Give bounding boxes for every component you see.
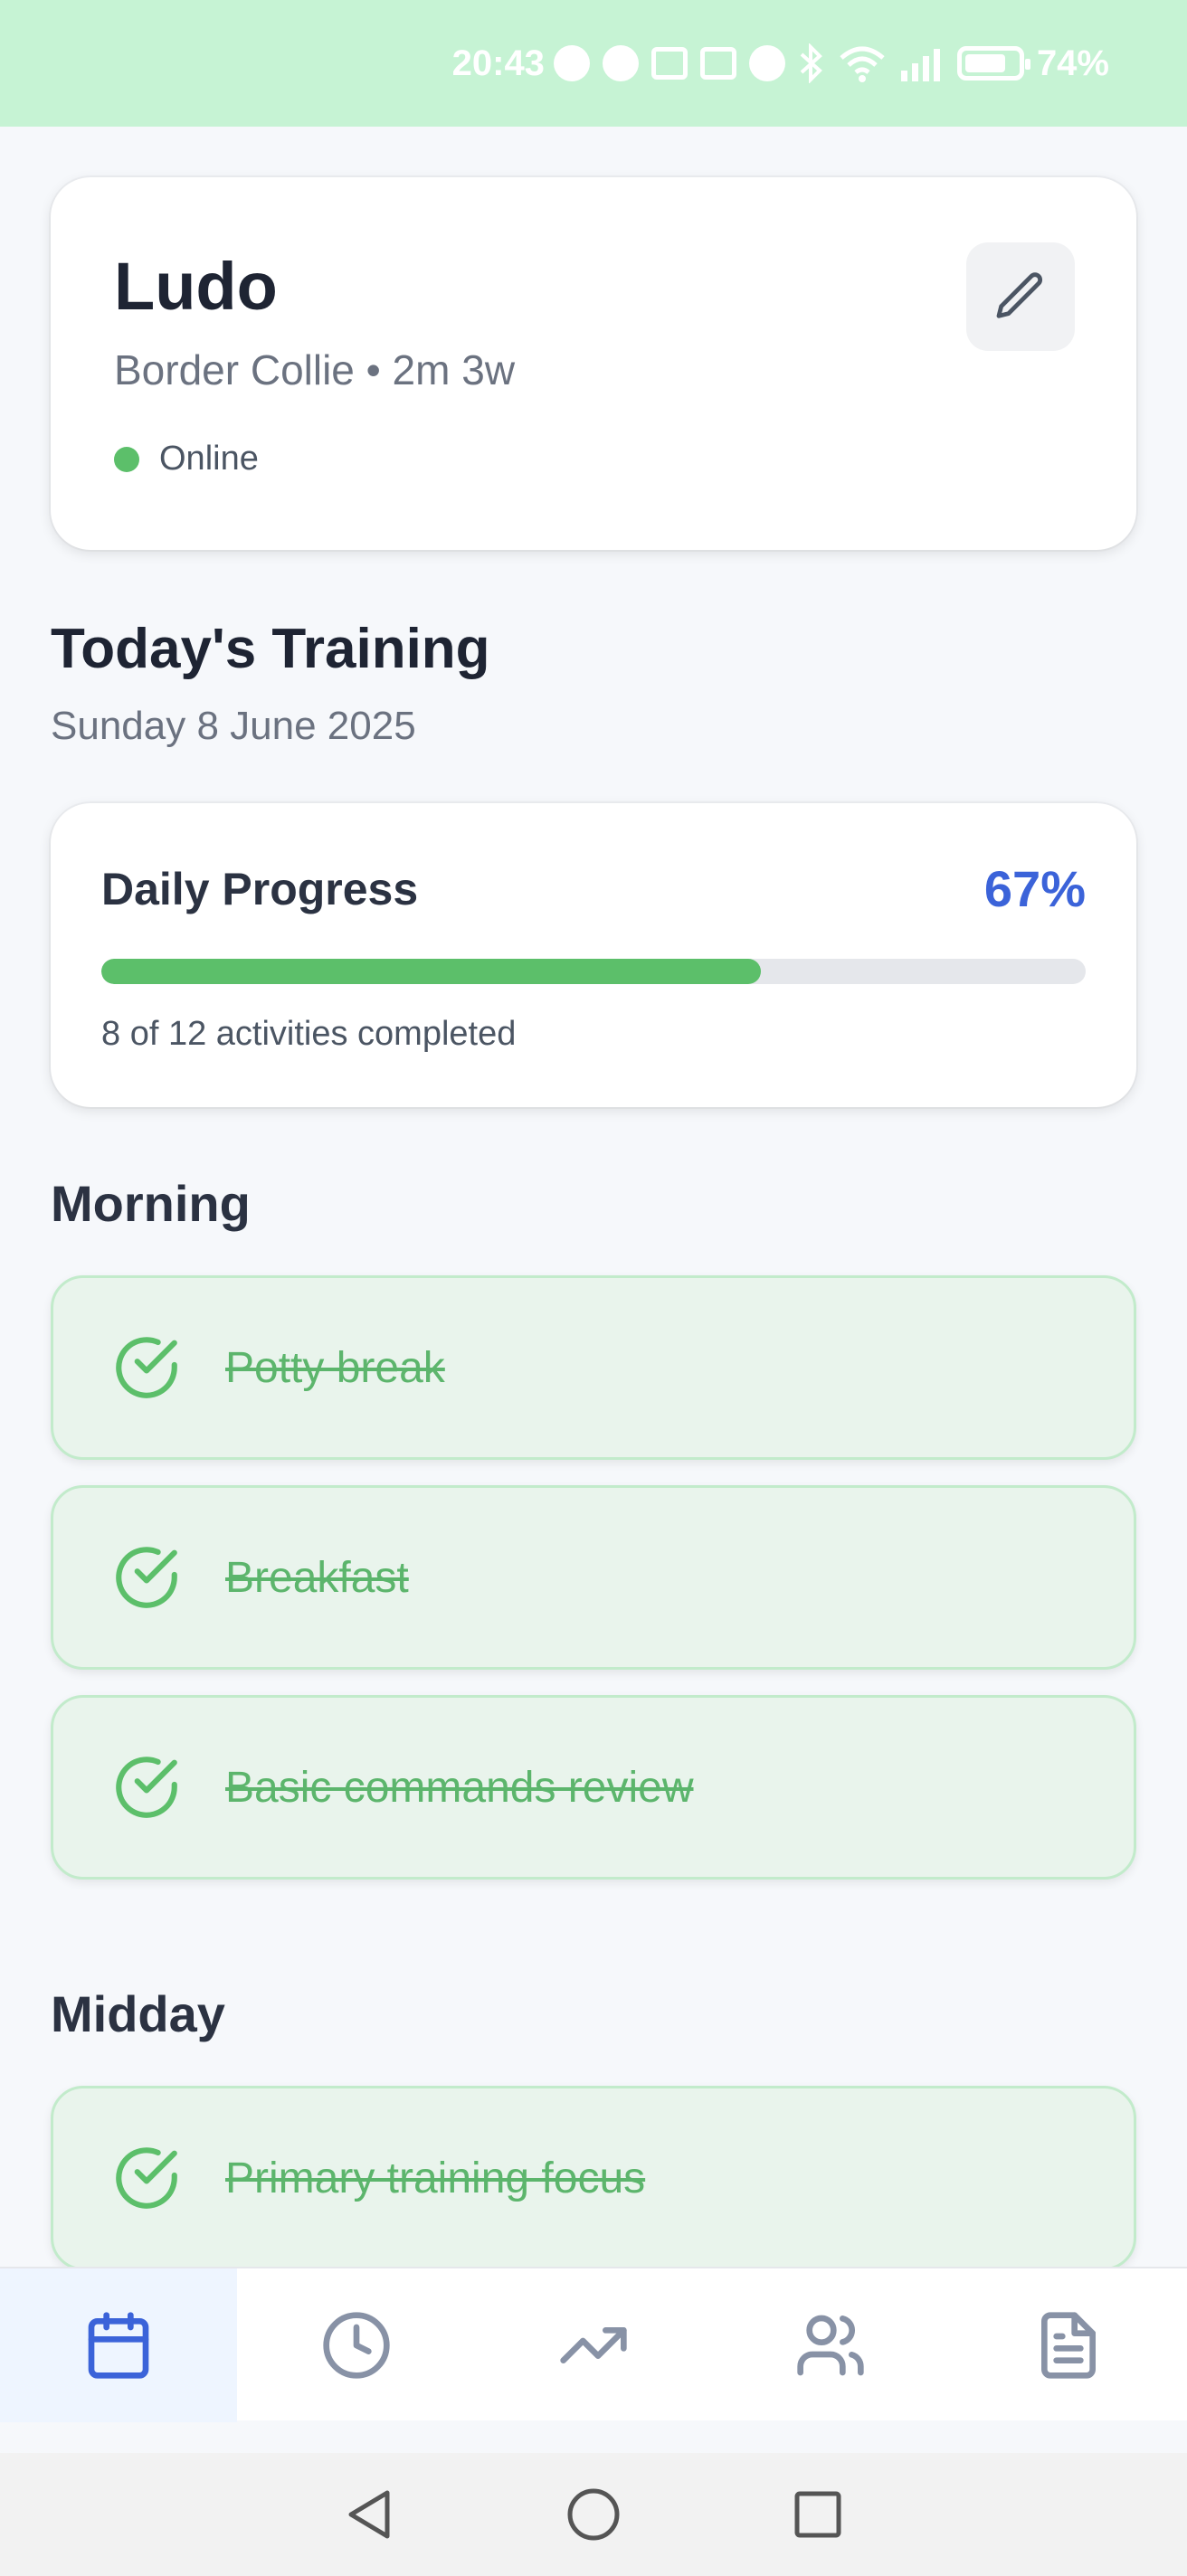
section-title-midday: Midday [51,1985,225,2042]
status-label: Online [159,440,259,478]
system-nav-bar [0,2453,1187,2576]
recents-icon[interactable] [793,2489,843,2540]
activity-label: Primary training focus [225,2154,646,2202]
nav-people[interactable] [712,2268,949,2422]
activity-label: Potty break [225,1343,445,1392]
progress-title: Daily Progress [101,864,419,914]
status-icons: 74% [553,43,1109,84]
activity-item[interactable]: Basic commands review [51,1695,1136,1880]
activity-label: Breakfast [225,1553,409,1602]
edit-profile-button[interactable] [966,242,1075,351]
progress-percent: 67% [983,860,1086,917]
status-bar: 20:43 74% [0,0,1187,127]
activity-item[interactable]: Potty break [51,1275,1136,1460]
check-circle-icon[interactable] [109,1750,184,1824]
bluetooth-icon [800,43,822,83]
clock-icon [322,2312,390,2379]
section-title-morning: Morning [51,1175,251,1232]
users-icon [797,2315,865,2376]
signal-icon [900,49,940,81]
training-date: Sunday 8 June 2025 [51,704,416,748]
online-status: Online [114,440,259,478]
nfc-icon [699,47,736,80]
nav-calendar[interactable] [0,2268,238,2422]
check-circle-icon[interactable] [109,1331,184,1405]
nav-progress[interactable] [475,2268,712,2422]
activity-item[interactable]: Breakfast [51,1485,1136,1670]
trending-up-icon [560,2327,627,2363]
check-circle-icon[interactable] [109,1540,184,1615]
pet-breed-age: Border Collie • 2m 3w [114,346,516,393]
facebook-icon [553,45,590,81]
back-icon[interactable] [344,2487,394,2542]
battery-percent: 74% [1036,43,1109,83]
online-dot-icon [114,446,139,472]
document-icon [1040,2312,1096,2379]
pet-profile-card: Ludo Border Collie • 2m 3w Online [51,177,1136,550]
wifi-icon [840,46,885,82]
progress-summary: 8 of 12 activities completed [101,1015,517,1053]
status-time: 20:43 [451,43,545,83]
alarm-icon [748,45,785,81]
home-icon[interactable] [566,2487,621,2542]
facebook-icon [602,45,639,81]
calendar-icon [88,2312,149,2379]
bottom-nav [0,2267,1187,2422]
progress-bar [101,959,1086,984]
nav-history[interactable] [237,2268,474,2422]
pencil-icon [996,272,1043,318]
daily-progress-card: Daily Progress 67% 8 of 12 activities co… [51,803,1136,1107]
activity-item[interactable]: Primary training focus [51,2086,1136,2270]
nav-documents[interactable] [950,2268,1187,2422]
pet-name: Ludo [114,249,278,324]
activity-label: Basic commands review [225,1763,694,1812]
page-title: Today's Training [51,618,490,680]
outlook-icon [650,47,688,80]
battery-icon [956,46,1030,80]
check-circle-icon[interactable] [109,2141,184,2215]
progress-bar-fill [101,959,761,984]
